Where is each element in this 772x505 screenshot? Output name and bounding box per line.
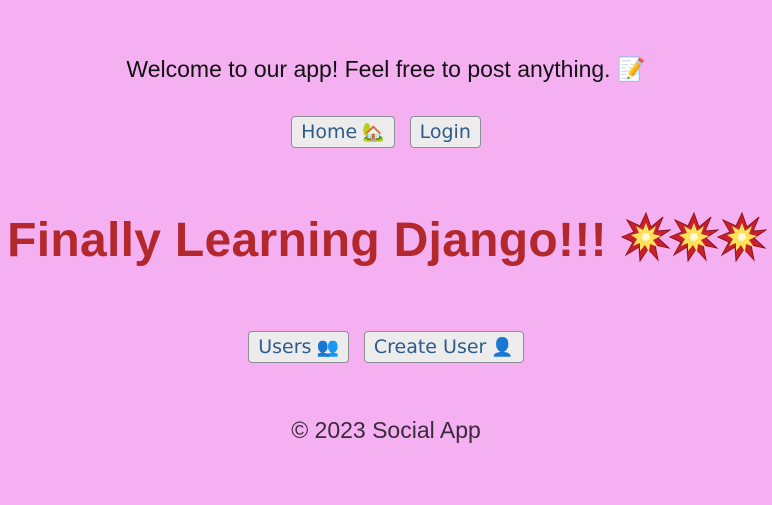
collision-icon — [716, 212, 767, 262]
collision-icon — [620, 212, 671, 262]
login-button[interactable]: Login — [409, 116, 481, 148]
footer-text: © 2023 Social App — [291, 417, 481, 443]
footer: © 2023 Social App — [0, 417, 772, 444]
house-icon: 🏡 — [362, 121, 385, 143]
bottom-nav: Users 👥 Create User 👤 — [0, 331, 772, 363]
welcome-message: Welcome to our app! Feel free to post an… — [0, 56, 772, 83]
create-user-button-label: Create User — [373, 336, 487, 358]
create-user-button[interactable]: Create User 👤 — [363, 331, 524, 363]
user-icon: 👤 — [491, 336, 514, 358]
page-title-text: Finally Learning Django!!! — [7, 214, 607, 267]
users-button-label: Users — [258, 336, 312, 358]
memo-icon: 📝 — [616, 56, 646, 82]
collision-icon — [668, 212, 719, 262]
top-nav: Home 🏡 Login — [0, 116, 772, 148]
collision-icons — [620, 212, 767, 262]
home-button-label: Home — [301, 121, 358, 143]
page-title: Finally Learning Django!!! — [0, 212, 772, 268]
login-button-label: Login — [419, 121, 471, 143]
users-button[interactable]: Users 👥 — [248, 331, 349, 363]
home-button[interactable]: Home 🏡 — [291, 116, 395, 148]
welcome-text: Welcome to our app! Feel free to post an… — [126, 56, 611, 82]
users-icon: 👥 — [316, 336, 339, 358]
